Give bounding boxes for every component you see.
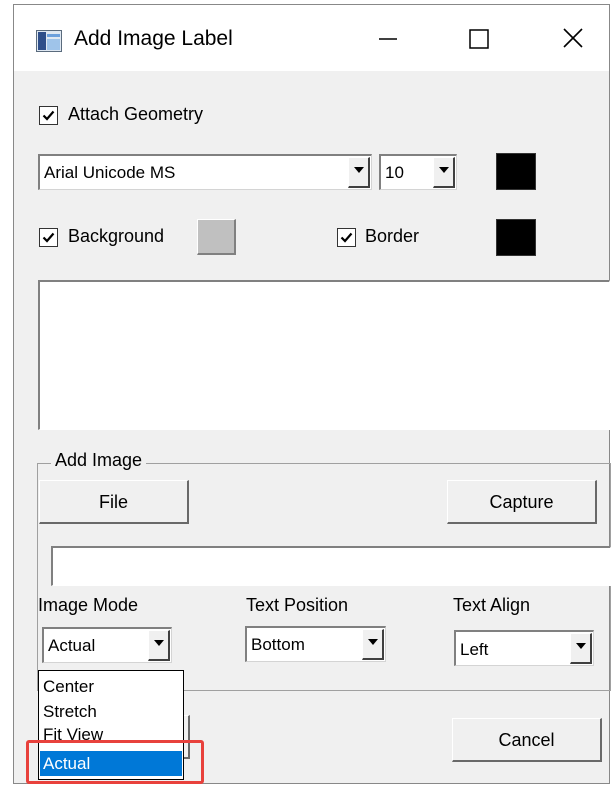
background-label: Background bbox=[68, 226, 165, 246]
text-position-select[interactable]: Bottom bbox=[245, 626, 386, 662]
checkmark-icon bbox=[340, 232, 353, 243]
attach-geometry-label: Attach Geometry bbox=[68, 104, 204, 124]
image-mode-option-center[interactable]: Center bbox=[40, 674, 182, 699]
text-align-label: Text Align bbox=[453, 595, 531, 615]
image-mode-select[interactable]: Actual bbox=[42, 627, 172, 663]
image-mode-label: Image Mode bbox=[38, 595, 139, 615]
border-checkbox[interactable] bbox=[337, 228, 356, 247]
chevron-down-icon[interactable] bbox=[433, 157, 455, 188]
text-align-select[interactable]: Left bbox=[454, 630, 594, 666]
add-image-label-dialog: Add Image Label Attach Geometry Arial Un… bbox=[13, 4, 611, 784]
chevron-down-icon[interactable] bbox=[348, 157, 370, 188]
annotation-highlight-box bbox=[26, 740, 204, 784]
text-position-value: Bottom bbox=[251, 635, 305, 654]
minimize-button[interactable] bbox=[347, 5, 427, 71]
border-label: Border bbox=[365, 226, 420, 246]
minimize-icon bbox=[379, 38, 397, 40]
title-bar: Add Image Label bbox=[14, 5, 609, 71]
capture-button[interactable]: Capture bbox=[447, 480, 597, 524]
font-family-select[interactable]: Arial Unicode MS bbox=[38, 154, 372, 190]
image-path-field[interactable] bbox=[51, 546, 611, 586]
background-checkbox[interactable] bbox=[39, 228, 58, 247]
maximize-icon bbox=[469, 29, 489, 49]
chevron-down-icon[interactable] bbox=[362, 629, 384, 660]
attach-geometry-checkbox[interactable] bbox=[39, 106, 58, 125]
chevron-down-icon[interactable] bbox=[570, 633, 592, 664]
background-color-swatch[interactable] bbox=[197, 219, 236, 255]
label-text-area[interactable] bbox=[38, 280, 610, 430]
border-color-swatch[interactable] bbox=[496, 219, 536, 256]
close-icon bbox=[563, 28, 583, 48]
add-image-group-title: Add Image bbox=[51, 450, 147, 471]
chevron-down-icon[interactable] bbox=[148, 630, 170, 661]
app-window-icon bbox=[36, 30, 62, 52]
checkmark-icon bbox=[42, 232, 55, 243]
text-align-value: Left bbox=[460, 640, 489, 659]
file-button[interactable]: File bbox=[39, 480, 189, 524]
close-button[interactable] bbox=[536, 5, 611, 71]
font-family-value: Arial Unicode MS bbox=[44, 163, 176, 182]
text-position-label: Text Position bbox=[246, 595, 349, 615]
cancel-button[interactable]: Cancel bbox=[452, 718, 602, 762]
font-size-select[interactable]: 10 bbox=[379, 154, 457, 190]
image-mode-value: Actual bbox=[48, 636, 96, 655]
image-mode-option-stretch[interactable]: Stretch bbox=[40, 699, 182, 724]
font-color-swatch[interactable] bbox=[496, 153, 536, 190]
checkmark-icon bbox=[42, 110, 55, 121]
font-size-value: 10 bbox=[385, 163, 404, 182]
window-title: Add Image Label bbox=[74, 27, 233, 50]
maximize-button[interactable] bbox=[438, 5, 518, 71]
